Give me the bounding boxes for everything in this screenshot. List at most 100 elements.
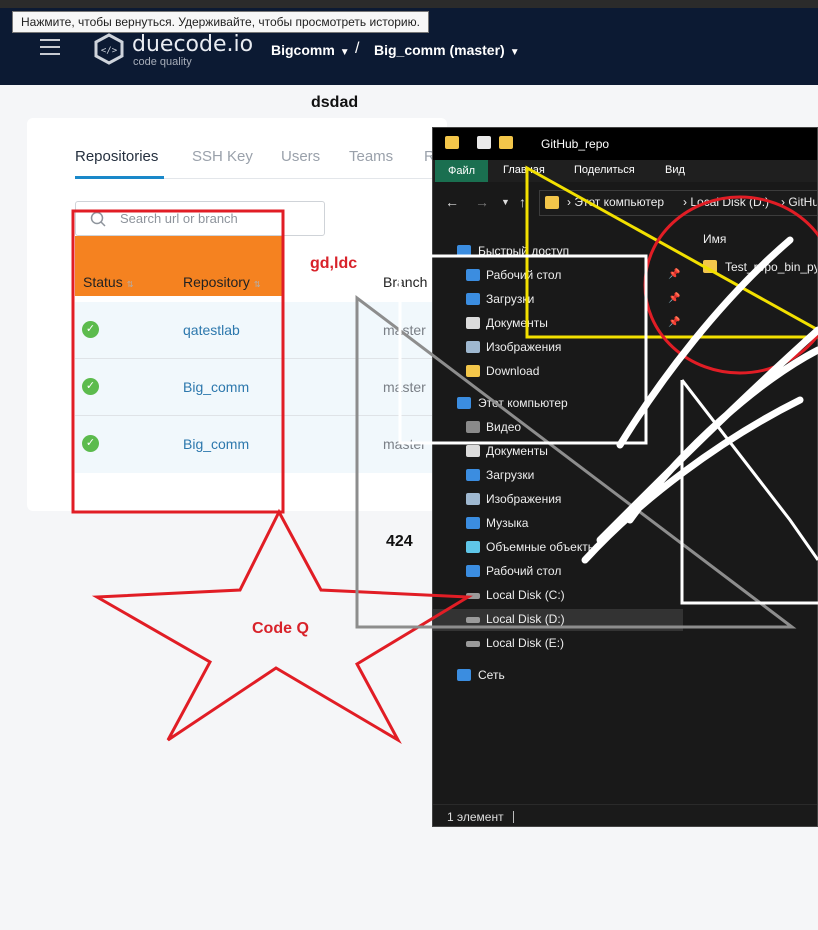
nav-videos[interactable]: Видео [433, 417, 683, 439]
navigation-pane: Быстрый доступ Рабочий стол 📌 Загрузки 📌 Д… [433, 224, 683, 804]
nav-pictures[interactable]: Изображения [433, 337, 683, 359]
nav-documents[interactable]: Документы 📌 [433, 313, 683, 335]
active-tab-indicator [75, 176, 164, 179]
tab-repositories[interactable]: Repositories [75, 148, 158, 165]
breadcrumb-separator: / [355, 40, 360, 57]
nav-this-pc[interactable]: Этот компьютер [433, 393, 683, 415]
nav-desktop-pc[interactable]: Рабочий стол [433, 561, 683, 583]
star-annotation-label: Code Q [252, 620, 309, 637]
menu-icon[interactable] [40, 39, 60, 55]
nav-disk-e[interactable]: Local Disk (E:) [433, 633, 683, 655]
address-crumb[interactable]: › GitHub [781, 195, 817, 209]
video-icon [466, 421, 480, 433]
document-icon [466, 445, 480, 457]
nav-music[interactable]: Музыка [433, 513, 683, 535]
up-arrow-icon[interactable]: ↑ [519, 194, 526, 210]
address-crumb[interactable]: › Этот компьютер [567, 195, 664, 209]
ribbon-tab-file[interactable]: Файл [435, 160, 488, 182]
repository-link[interactable]: Big_comm [183, 379, 249, 395]
table-row[interactable]: ✓ Big_comm master [75, 416, 455, 473]
pin-icon[interactable]: 📌 [668, 269, 680, 280]
new-folder-icon[interactable] [499, 136, 513, 149]
search-input[interactable]: Search url or branch [75, 201, 325, 236]
repository-link[interactable]: qatestlab [183, 322, 240, 338]
settings-card: Repositories SSH Key Users Teams R Searc… [27, 118, 455, 511]
properties-icon[interactable] [477, 136, 491, 149]
address-crumb[interactable]: › Local Disk (D:) [683, 195, 769, 209]
computer-icon [457, 397, 471, 409]
tab-teams[interactable]: Teams [349, 148, 393, 165]
nav-quick-access[interactable]: Быстрый доступ [433, 241, 683, 263]
table-row[interactable]: ✓ Big_comm master [75, 359, 455, 416]
sort-icon: ⇅ [126, 280, 134, 289]
image-icon [466, 341, 480, 353]
check-icon: ✓ [82, 321, 99, 338]
repository-link[interactable]: Big_comm [183, 436, 249, 452]
branch-cell: master [383, 379, 426, 395]
nav-3d-objects[interactable]: Объемные объекты [433, 537, 683, 559]
column-status[interactable]: Status ⇅ [83, 274, 133, 290]
folder-icon [466, 365, 480, 377]
folder-icon [545, 196, 559, 209]
pin-icon[interactable]: 📌 [668, 293, 680, 304]
ribbon-tab-home[interactable]: Главная [503, 164, 545, 176]
document-icon [466, 317, 480, 329]
tab-users[interactable]: Users [281, 148, 320, 165]
back-arrow-icon[interactable]: ← [445, 194, 459, 210]
forward-arrow-icon[interactable]: → [475, 194, 489, 210]
music-icon [466, 517, 480, 529]
column-repository[interactable]: Repository ⇅ [183, 274, 261, 290]
explorer-titlebar: GitHub_repo [433, 128, 817, 160]
status-divider [513, 811, 514, 823]
folder-icon [703, 260, 717, 273]
logo-icon: </> [94, 33, 124, 65]
tab-ssh-key[interactable]: SSH Key [192, 148, 253, 165]
nav-pictures-pc[interactable]: Изображения [433, 489, 683, 511]
pin-icon[interactable]: 📌 [668, 317, 680, 328]
nav-documents-pc[interactable]: Документы [433, 441, 683, 463]
drive-icon [466, 593, 480, 599]
chevron-down-icon: ▼ [509, 47, 520, 58]
network-icon [457, 669, 471, 681]
logo-subtitle: code quality [133, 56, 192, 68]
breadcrumb-org[interactable]: Bigcomm ▼ [271, 42, 350, 58]
ribbon-tab-share[interactable]: Поделиться [574, 164, 635, 176]
chevron-down-icon: ▼ [339, 47, 350, 58]
file-explorer-window: GitHub_repo Файл Главная Поделиться Вид … [432, 127, 818, 827]
folder-icon [445, 136, 459, 149]
sort-icon: ⇅ [253, 280, 261, 289]
browser-toolbar [0, 0, 818, 8]
page-title: dsdad [311, 94, 359, 111]
annotation-text: gd,ldc [310, 255, 358, 272]
desktop-icon [466, 565, 480, 577]
check-icon: ✓ [82, 378, 99, 395]
star-icon [457, 245, 471, 257]
drive-icon [466, 617, 480, 623]
column-name[interactable]: Имя [703, 232, 726, 246]
ribbon-tab-view[interactable]: Вид [665, 164, 685, 176]
nav-disk-d[interactable]: Local Disk (D:) [433, 609, 683, 631]
breadcrumb-repo[interactable]: Big_comm (master) ▼ [374, 42, 520, 58]
desktop-icon [466, 269, 480, 281]
nav-downloads[interactable]: Загрузки 📌 [433, 289, 683, 311]
window-title: GitHub_repo [541, 137, 610, 151]
table-row[interactable]: ✓ qatestlab master [75, 302, 455, 359]
back-button-tooltip: Нажмите, чтобы вернуться. Удерживайте, ч… [12, 11, 429, 33]
chevron-down-icon[interactable]: ▼ [501, 197, 510, 207]
search-icon [90, 211, 106, 227]
column-branch[interactable]: Branch [383, 274, 427, 290]
address-row: ← → ▼ ↑ › Этот компьютер › Local Disk (D… [433, 182, 817, 224]
logo-text: duecode.io [132, 32, 254, 57]
item-count: 1 элемент [447, 810, 504, 824]
search-placeholder: Search url or branch [120, 211, 238, 226]
nav-download-folder[interactable]: Download [433, 361, 683, 383]
nav-downloads-pc[interactable]: Загрузки [433, 465, 683, 487]
status-bar: 1 элемент [433, 804, 817, 826]
annotation-number: 424 [386, 533, 413, 550]
nav-disk-c[interactable]: Local Disk (C:) [433, 585, 683, 607]
nav-desktop[interactable]: Рабочий стол 📌 [433, 265, 683, 287]
download-icon [466, 293, 480, 305]
branch-cell: master [383, 436, 426, 452]
image-icon [466, 493, 480, 505]
nav-network[interactable]: Сеть [433, 665, 683, 687]
